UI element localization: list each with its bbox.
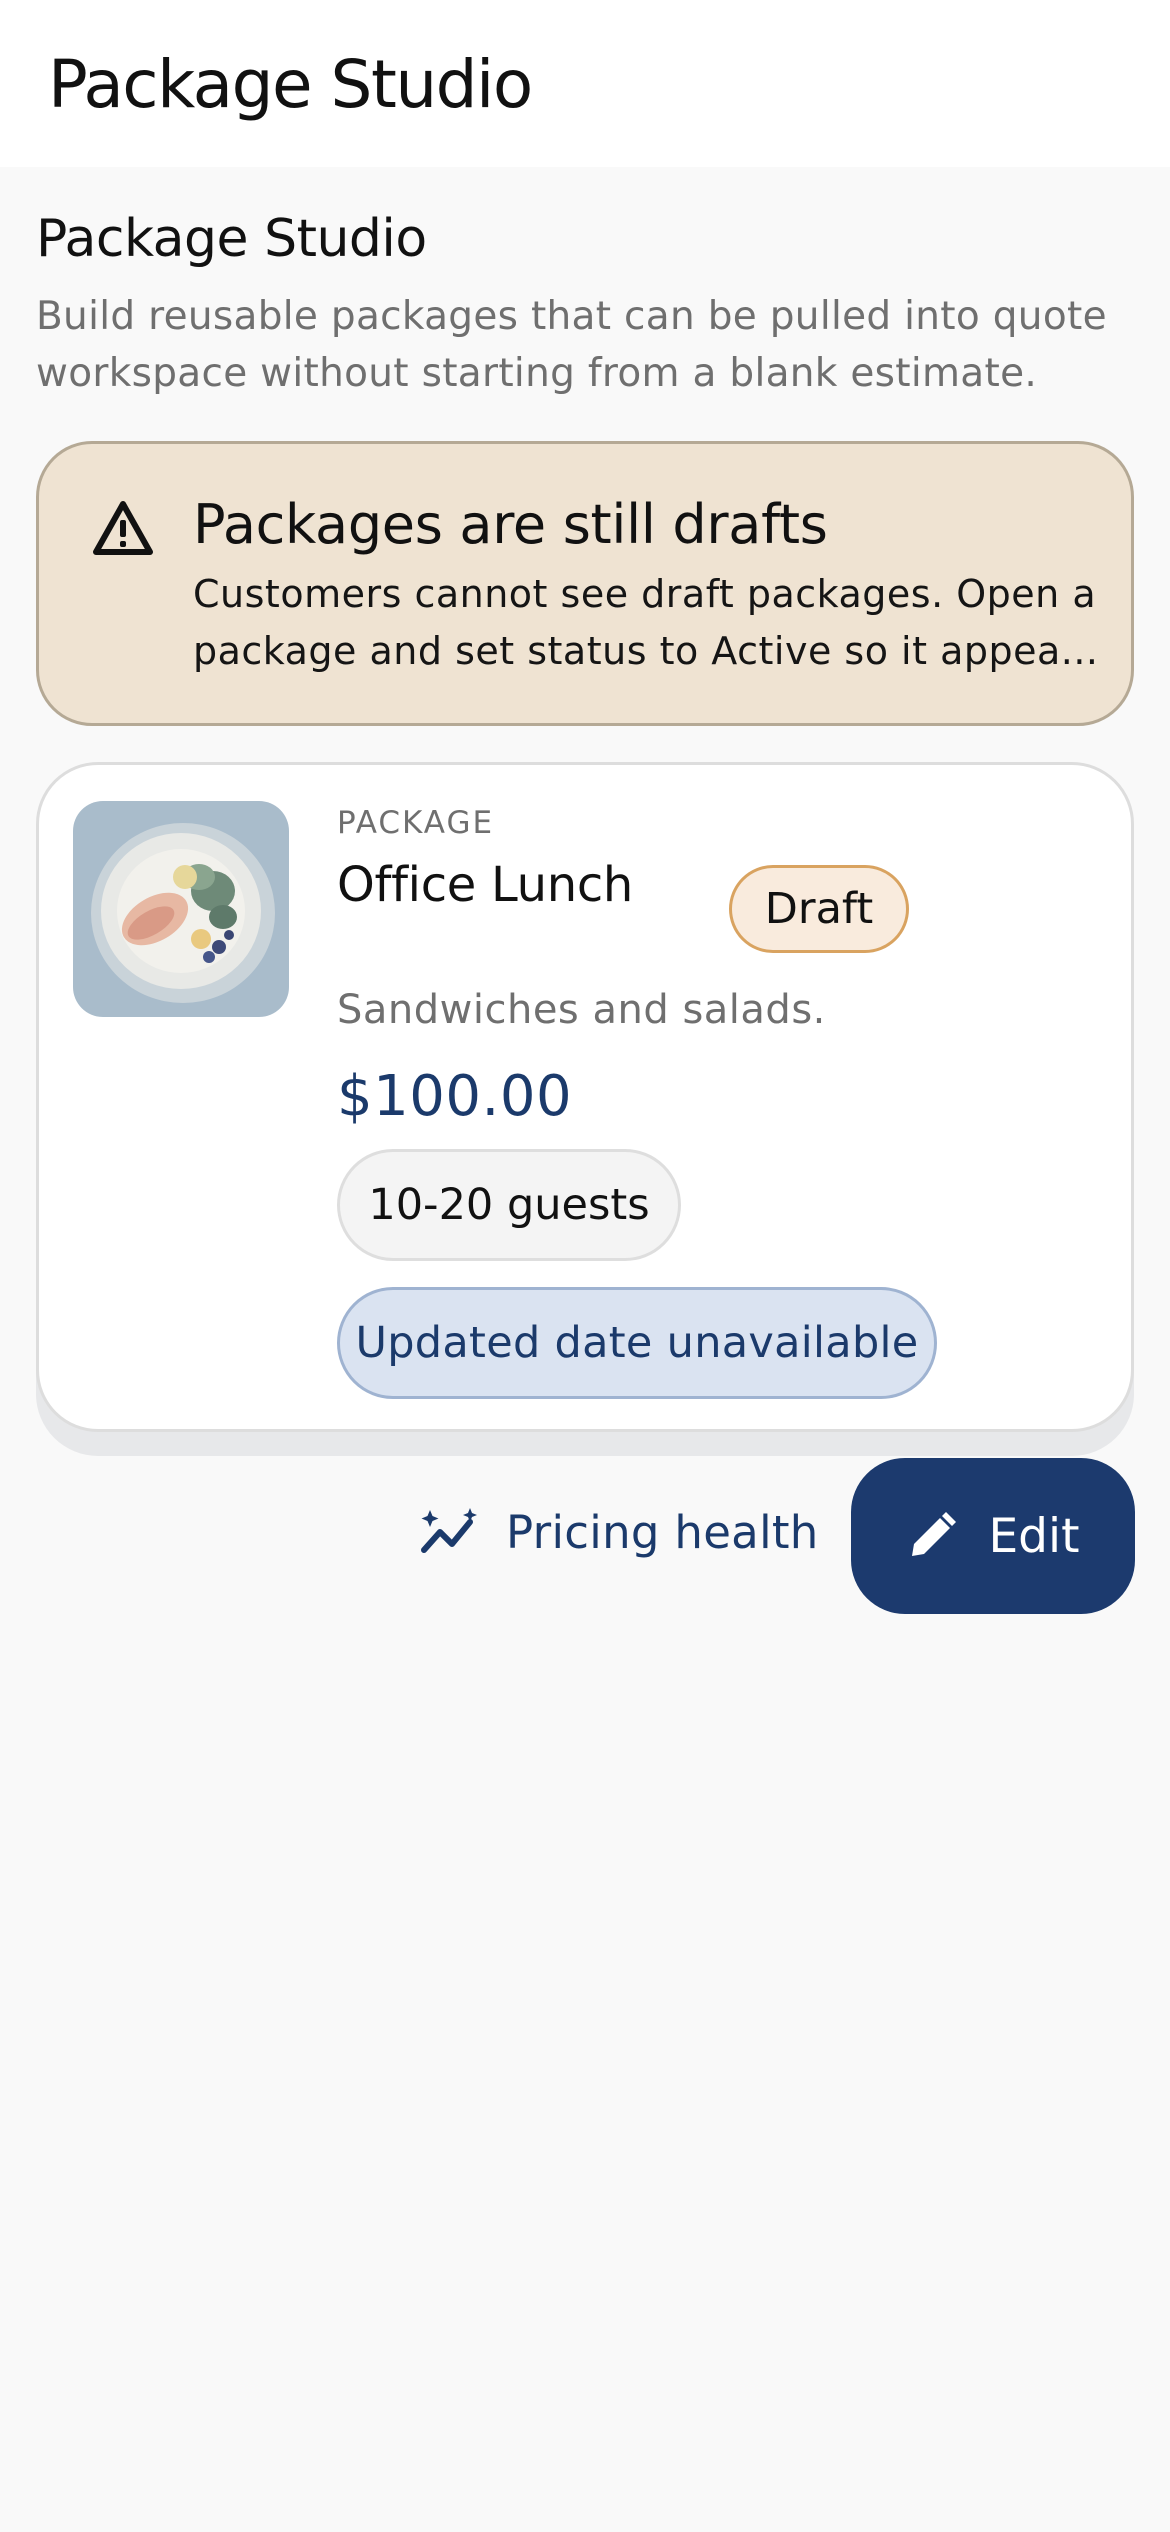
package-thumbnail (73, 801, 289, 1017)
package-description: Sandwiches and salads. (337, 987, 826, 1033)
banner-title: Packages are still drafts (193, 493, 828, 556)
pencil-icon (912, 1512, 957, 1556)
app-bar: Package Studio (0, 0, 1170, 167)
sparkle-trend-icon (421, 1508, 477, 1553)
edit-button[interactable]: Edit (851, 1458, 1135, 1614)
warning-triangle-icon (93, 501, 153, 555)
banner-message: Customers cannot see draft packages. Ope… (193, 566, 1113, 680)
pricing-health-button[interactable]: Pricing health (418, 1496, 819, 1568)
guests-chip: 10-20 guests (337, 1149, 681, 1261)
banner-message-line: Customers cannot see draft packages. Ope… (193, 572, 1097, 616)
package-card[interactable]: PACKAGE Office Lunch Draft Sandwiches an… (36, 762, 1134, 1432)
pricing-health-label: Pricing health (506, 1505, 819, 1559)
draft-warning-banner: Packages are still drafts Customers cann… (36, 441, 1134, 726)
updated-date-chip: Updated date unavailable (337, 1287, 937, 1399)
package-name: Office Lunch (337, 857, 634, 913)
page-title: Package Studio (36, 209, 427, 269)
banner-message-line: package and set status to Active so it a… (193, 629, 1099, 673)
page-description: Build reusable packages that can be pull… (36, 294, 1107, 396)
edit-label: Edit (988, 1508, 1080, 1564)
package-price: $100.00 (337, 1064, 573, 1129)
app-title: Package Studio (48, 46, 533, 123)
package-eyebrow: PACKAGE (337, 805, 495, 841)
status-badge: Draft (729, 865, 909, 953)
